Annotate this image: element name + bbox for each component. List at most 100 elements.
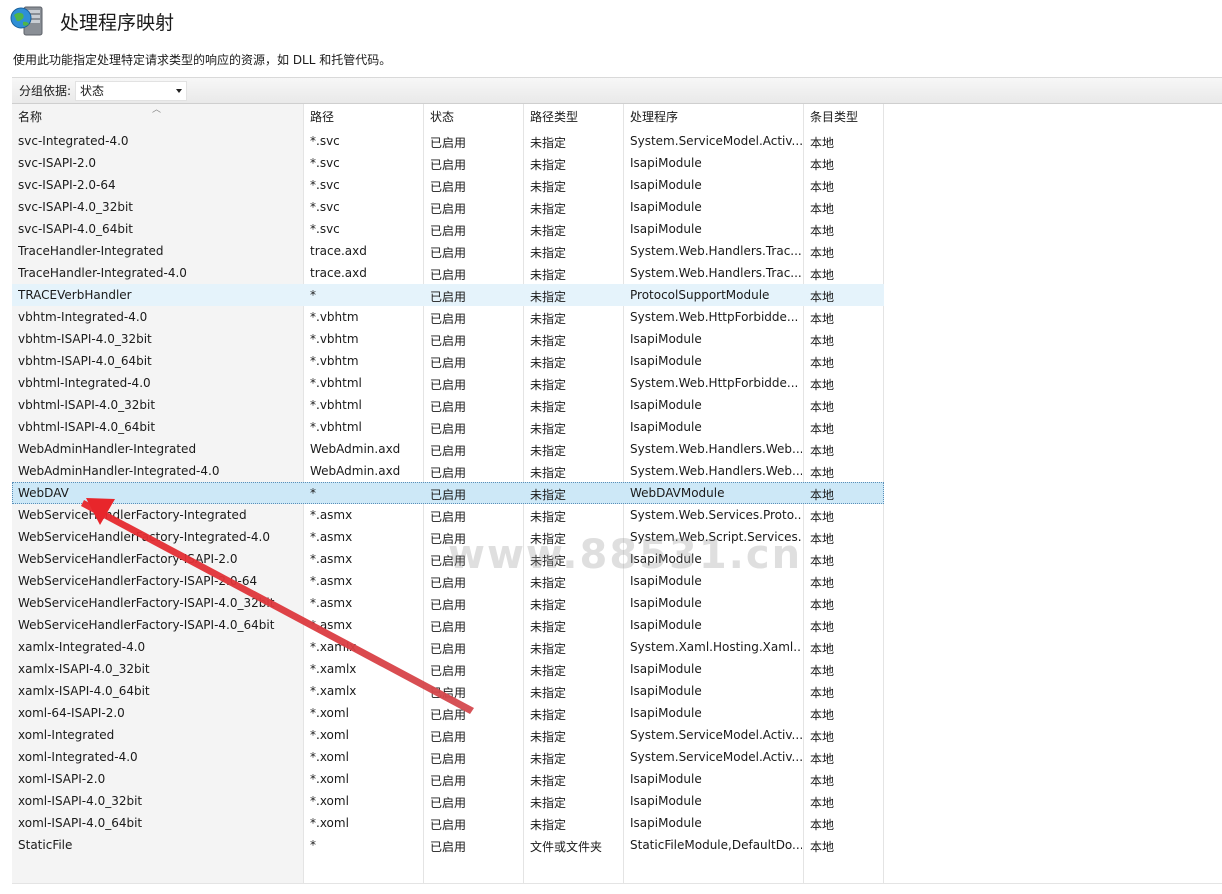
cell-path: *.xoml — [310, 706, 349, 720]
cell-handler: IsapiModule — [630, 200, 702, 214]
table-row[interactable]: svc-ISAPI-4.0_64bit *.svc 已启用 未指定 IsapiModul… — [12, 218, 884, 240]
table-row[interactable]: vbhtml-ISAPI-4.0_64bit *.vbhtml 已启用 未指定 Isap… — [12, 416, 884, 438]
cell-path: *.asmx — [310, 508, 353, 522]
table-row[interactable]: vbhtm-Integrated-4.0 *.vbhtm 已启用 未指定 System.… — [12, 306, 884, 328]
cell-handler: IsapiModule — [630, 618, 702, 632]
table-row[interactable]: WebServiceHandlerFactory-ISAPI-4.0_64bit… — [12, 614, 884, 636]
cell-handler: IsapiModule — [630, 662, 702, 676]
cell-entry-type: 本地 — [810, 444, 835, 458]
table-row[interactable]: xoml-ISAPI-2.0 *.xoml 已启用 未指定 IsapiModule 本地 — [12, 768, 884, 790]
table-row[interactable]: WebAdminHandler-Integrated WebAdmin.axd 已启… — [12, 438, 884, 460]
table-row[interactable]: vbhtm-ISAPI-4.0_32bit *.vbhtm 已启用 未指定 IsapiM… — [12, 328, 884, 350]
column-header-entry-type[interactable]: 条目类型 — [810, 108, 880, 125]
cell-entry-type: 本地 — [810, 818, 835, 832]
cell-path-type: 未指定 — [530, 620, 567, 634]
table-row[interactable]: TraceHandler-Integrated trace.axd 已启用 未指定 Sy… — [12, 240, 884, 262]
table-row[interactable]: xamlx-ISAPI-4.0_32bit *.xamlx 已启用 未指定 IsapiM… — [12, 658, 884, 680]
cell-handler: IsapiModule — [630, 222, 702, 236]
cell-path: *.asmx — [310, 574, 353, 588]
cell-entry-type: 本地 — [810, 268, 835, 282]
table-row[interactable]: xoml-Integrated-4.0 *.xoml 已启用 未指定 System.Se… — [12, 746, 884, 768]
cell-entry-type: 本地 — [810, 400, 835, 414]
cell-state: 已启用 — [430, 334, 467, 348]
cell-handler: IsapiModule — [630, 684, 702, 698]
cell-path-type: 未指定 — [530, 576, 567, 590]
table-row[interactable]: StaticFile * 已启用 文件或文件夹 StaticFileModule,Def… — [12, 834, 884, 856]
cell-state: 已启用 — [430, 312, 467, 326]
cell-entry-type: 本地 — [810, 224, 835, 238]
table-row[interactable]: WebServiceHandlerFactory-Integrated-4.0 *… — [12, 526, 884, 548]
cell-path-type: 未指定 — [530, 510, 567, 524]
cell-path: *.vbhtml — [310, 420, 362, 434]
column-header-state[interactable]: 状态 — [430, 108, 520, 125]
cell-name: vbhtm-ISAPI-4.0_64bit — [18, 354, 152, 368]
cell-handler: IsapiModule — [630, 354, 702, 368]
cell-path-type: 未指定 — [530, 136, 567, 150]
cell-state: 已启用 — [430, 598, 467, 612]
table-row[interactable]: WebDAV * 已启用 未指定 WebDAVModule 本地 — [12, 482, 884, 504]
table-row[interactable]: xamlx-ISAPI-4.0_64bit *.xamlx 已启用 未指定 IsapiM… — [12, 680, 884, 702]
table-row[interactable]: WebServiceHandlerFactory-ISAPI-4.0_32bit… — [12, 592, 884, 614]
table-row[interactable]: WebServiceHandlerFactory-ISAPI-2.0-64 *.a… — [12, 570, 884, 592]
table-row[interactable]: TRACEVerbHandler * 已启用 未指定 ProtocolSupportMo… — [12, 284, 884, 306]
table-row[interactable]: svc-ISAPI-4.0_32bit *.svc 已启用 未指定 IsapiModul… — [12, 196, 884, 218]
cell-path-type: 未指定 — [530, 774, 567, 788]
cell-name: WebServiceHandlerFactory-ISAPI-4.0_32bit — [18, 596, 275, 610]
cell-path: trace.axd — [310, 266, 367, 280]
cell-name: svc-ISAPI-4.0_32bit — [18, 200, 133, 214]
cell-entry-type: 本地 — [810, 334, 835, 348]
table-row[interactable]: TraceHandler-Integrated-4.0 trace.axd 已启用 未… — [12, 262, 884, 284]
cell-name: WebServiceHandlerFactory-Integrated-4.0 — [18, 530, 270, 544]
cell-state: 已启用 — [430, 774, 467, 788]
column-header-path-type[interactable]: 路径类型 — [530, 108, 620, 125]
cell-handler: IsapiModule — [630, 706, 702, 720]
cell-handler: IsapiModule — [630, 574, 702, 588]
cell-state: 已启用 — [430, 488, 467, 502]
table-row[interactable]: WebAdminHandler-Integrated-4.0 WebAdmin.a… — [12, 460, 884, 482]
cell-state: 已启用 — [430, 532, 467, 546]
cell-name: WebServiceHandlerFactory-Integrated — [18, 508, 247, 522]
column-header-path[interactable]: 路径 — [310, 108, 420, 125]
cell-entry-type: 本地 — [810, 312, 835, 326]
table-row[interactable]: xamlx-Integrated-4.0 *.xamlx 已启用 未指定 System.… — [12, 636, 884, 658]
cell-state: 已启用 — [430, 642, 467, 656]
cell-path-type: 未指定 — [530, 466, 567, 480]
cell-entry-type: 本地 — [810, 378, 835, 392]
cell-name: WebServiceHandlerFactory-ISAPI-2.0-64 — [18, 574, 258, 588]
cell-entry-type: 本地 — [810, 642, 835, 656]
cell-path: *.xoml — [310, 772, 349, 786]
table-row[interactable]: svc-ISAPI-2.0 *.svc 已启用 未指定 IsapiModule 本地 — [12, 152, 884, 174]
cell-handler: ProtocolSupportModule — [630, 288, 770, 302]
table-row[interactable]: vbhtml-ISAPI-4.0_32bit *.vbhtml 已启用 未指定 Isap… — [12, 394, 884, 416]
cell-handler: StaticFileModule,DefaultDo... — [630, 838, 802, 852]
table-row[interactable]: vbhtm-ISAPI-4.0_64bit *.vbhtm 已启用 未指定 IsapiM… — [12, 350, 884, 372]
page-title: 处理程序映射 — [60, 11, 175, 34]
cell-path: *.asmx — [310, 552, 353, 566]
table-row[interactable]: xoml-Integrated *.xoml 已启用 未指定 System.Servic… — [12, 724, 884, 746]
cell-entry-type: 本地 — [810, 730, 835, 744]
column-header-name[interactable]: 名称 — [18, 108, 298, 125]
cell-path-type: 未指定 — [530, 268, 567, 282]
table-row[interactable]: WebServiceHandlerFactory-Integrated *.asm… — [12, 504, 884, 526]
table-row[interactable]: vbhtml-Integrated-4.0 *.vbhtml 已启用 未指定 Syste… — [12, 372, 884, 394]
table-row[interactable]: xoml-64-ISAPI-2.0 *.xoml 已启用 未指定 IsapiModule… — [12, 702, 884, 724]
cell-name: WebAdminHandler-Integrated — [18, 442, 197, 456]
cell-handler: System.Web.Handlers.Web... — [630, 464, 802, 478]
cell-entry-type: 本地 — [810, 510, 835, 524]
cell-name: svc-ISAPI-2.0 — [18, 156, 97, 170]
column-header-handler[interactable]: 处理程序 — [630, 108, 802, 125]
page-header: 处理程序映射 — [10, 4, 174, 38]
cell-path: *.asmx — [310, 530, 353, 544]
table-row[interactable]: xoml-ISAPI-4.0_32bit *.xoml 已启用 未指定 IsapiMod… — [12, 790, 884, 812]
cell-state: 已启用 — [430, 246, 467, 260]
table-row[interactable]: svc-Integrated-4.0 *.svc 已启用 未指定 System.Serv… — [12, 130, 884, 152]
cell-path-type: 未指定 — [530, 598, 567, 612]
cell-path: *.svc — [310, 156, 340, 170]
table-row[interactable]: xoml-ISAPI-4.0_64bit *.xoml 已启用 未指定 IsapiMod… — [12, 812, 884, 834]
table-row[interactable]: svc-ISAPI-2.0-64 *.svc 已启用 未指定 IsapiModule 本地 — [12, 174, 884, 196]
group-by-select[interactable]: 状态 — [75, 80, 188, 101]
cell-name: WebAdminHandler-Integrated-4.0 — [18, 464, 220, 478]
cell-path-type: 未指定 — [530, 664, 567, 678]
table-row[interactable]: WebServiceHandlerFactory-ISAPI-2.0 *.asmx… — [12, 548, 884, 570]
cell-handler: System.Web.Handlers.Trac... — [630, 266, 802, 280]
